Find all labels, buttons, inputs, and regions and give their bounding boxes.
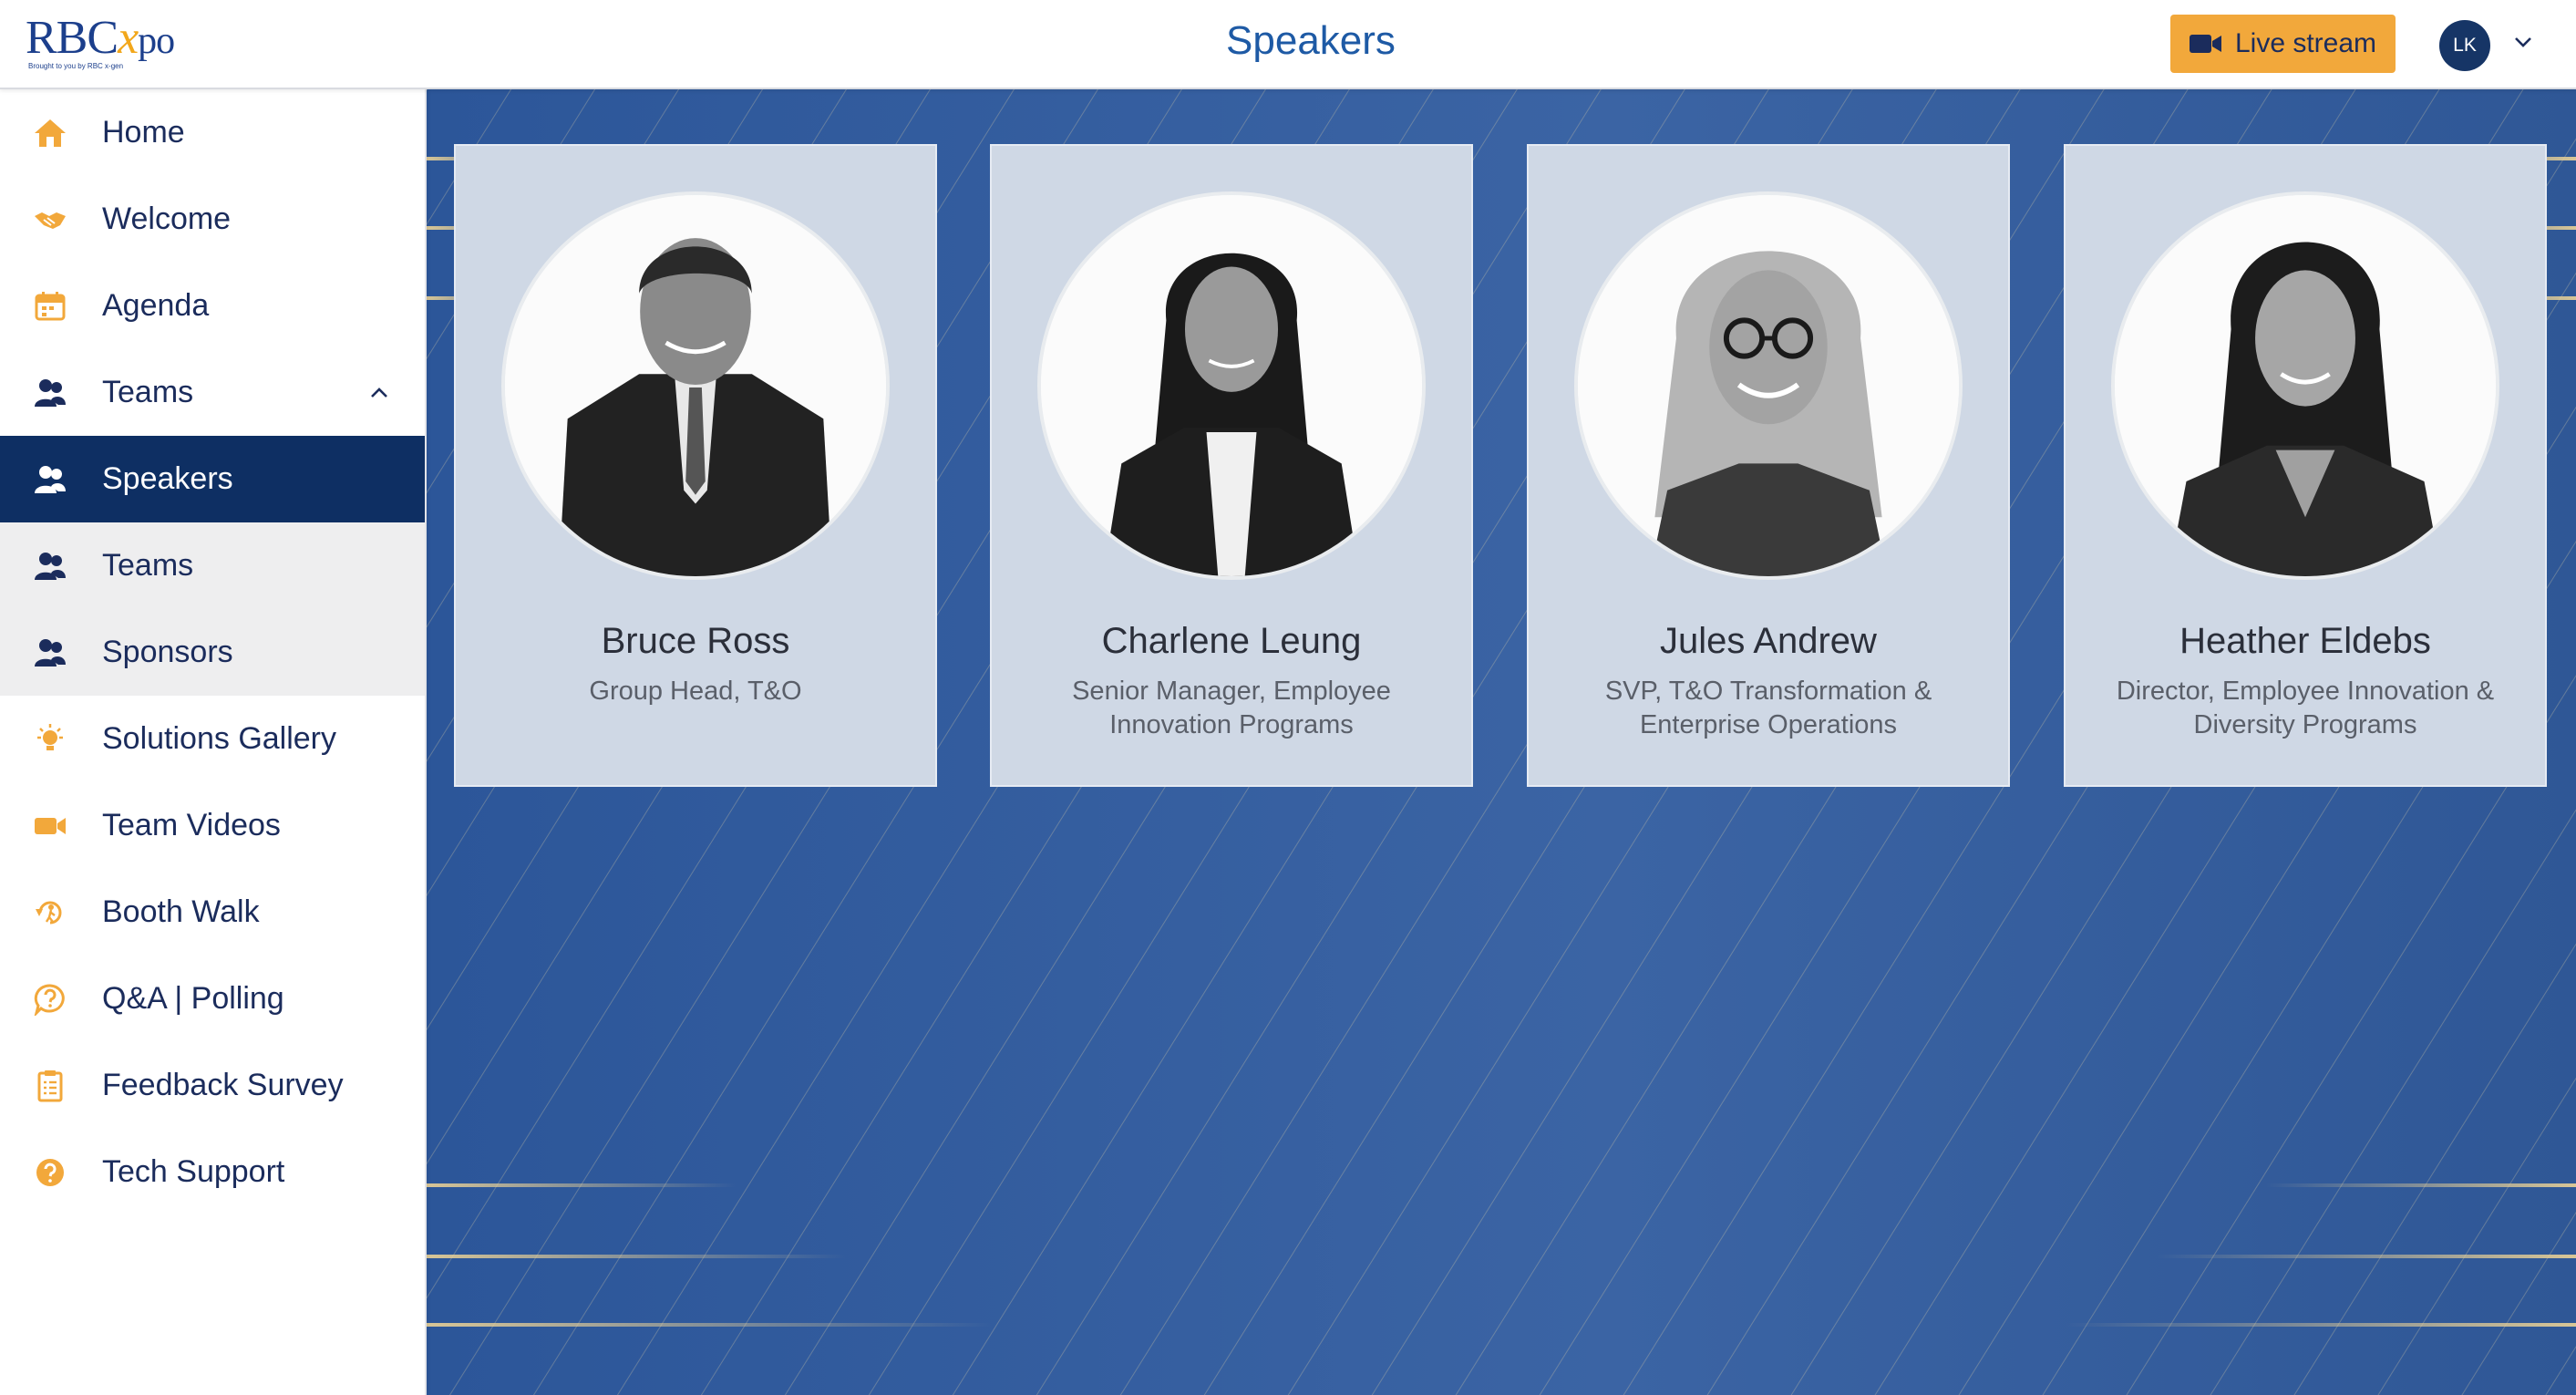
sidebar-item-speakers[interactable]: Speakers — [0, 436, 425, 522]
speaker-card-charlene-leung[interactable]: Charlene Leung Senior Manager, Employee … — [990, 144, 1473, 787]
speaker-name: Bruce Ross — [601, 621, 790, 661]
sidebar-item-label: Team Videos — [102, 808, 281, 842]
person-portrait-icon — [2115, 195, 2496, 576]
help-circle-icon — [36, 1159, 64, 1186]
home-icon — [35, 119, 66, 147]
speaker-card-jules-andrew[interactable]: Jules Andrew SVP, T&O Transformation & E… — [1527, 144, 2010, 787]
speaker-name: Heather Eldebs — [2179, 621, 2431, 661]
walk-icon — [36, 901, 62, 925]
sidebar-item-solutions-gallery[interactable]: Solutions Gallery — [0, 696, 425, 782]
speaker-role: Group Head, T&O — [589, 677, 802, 706]
speaker-role: SVP, T&O Transformation & Enterprise Ope… — [1604, 677, 1932, 739]
sidebar-item-tech-support[interactable]: Tech Support — [0, 1129, 425, 1215]
speaker-role: Director, Employee Innovation & Diversit… — [2116, 677, 2495, 739]
lightbulb-icon — [37, 724, 63, 750]
person-portrait-icon — [505, 195, 886, 576]
live-stream-button[interactable]: Live stream — [2170, 15, 2396, 73]
sidebar-item-qa-polling[interactable]: Q&A | Polling — [0, 956, 425, 1042]
chevron-down-icon[interactable] — [2512, 35, 2534, 49]
video-camera-icon — [35, 818, 66, 834]
sidebar-item-teams[interactable]: Teams — [0, 522, 425, 609]
sidebar-item-home[interactable]: Home — [0, 89, 425, 176]
sidebar-item-label: Feedback Survey — [102, 1068, 344, 1102]
sidebar-item-team-videos[interactable]: Team Videos — [0, 782, 425, 869]
sidebar-nav: Home Welcome Agenda Teams Speakers Teams… — [0, 89, 427, 1395]
person-portrait-icon — [1041, 195, 1422, 576]
user-avatar[interactable]: LK — [2439, 20, 2490, 71]
speaker-photo — [1574, 191, 1963, 580]
people-icon — [35, 553, 66, 580]
sidebar-item-label: Home — [102, 115, 185, 150]
sidebar-item-feedback-survey[interactable]: Feedback Survey — [0, 1042, 425, 1129]
live-stream-label: Live stream — [2234, 28, 2377, 58]
sidebar-item-label: Tech Support — [102, 1154, 285, 1189]
clipboard-icon — [37, 1070, 63, 1102]
question-bubble-icon — [34, 984, 65, 1016]
sidebar-item-sponsors[interactable]: Sponsors — [0, 609, 425, 696]
sidebar-item-label: Booth Walk — [102, 894, 260, 929]
speaker-card-heather-eldebs[interactable]: Heather Eldebs Director, Employee Innova… — [2064, 144, 2547, 787]
people-icon — [35, 379, 66, 407]
sidebar-item-agenda[interactable]: Agenda — [0, 263, 425, 349]
speaker-card-bruce-ross[interactable]: Bruce Ross Group Head, T&O — [454, 144, 937, 787]
sidebar-item-label: Speakers — [102, 461, 233, 496]
sidebar-item-welcome[interactable]: Welcome — [0, 176, 425, 263]
person-portrait-icon — [1578, 195, 1959, 576]
chevron-up-icon[interactable] — [368, 386, 390, 400]
speaker-name: Charlene Leung — [1101, 621, 1362, 661]
sidebar-item-label: Agenda — [102, 288, 210, 323]
video-camera-icon — [2189, 35, 2221, 53]
speaker-name: Jules Andrew — [1660, 621, 1877, 661]
speaker-photo — [1037, 191, 1426, 580]
sidebar-item-label: Solutions Gallery — [102, 721, 337, 756]
sidebar-item-label: Welcome — [102, 202, 232, 236]
speaker-role: Senior Manager, Employee Innovation Prog… — [1072, 677, 1391, 739]
sidebar-item-teams-group[interactable]: Teams — [0, 349, 425, 436]
sidebar-item-label: Sponsors — [102, 635, 233, 669]
people-icon — [35, 639, 66, 666]
people-icon — [35, 466, 66, 493]
handshake-icon — [35, 212, 66, 229]
speaker-photo — [2111, 191, 2499, 580]
calendar-icon — [35, 292, 66, 321]
sidebar-item-booth-walk[interactable]: Booth Walk — [0, 869, 425, 956]
sidebar-item-label: Teams — [102, 375, 194, 409]
sidebar-item-label: Q&A | Polling — [102, 981, 284, 1016]
speakers-content: Bruce Ross Group Head, T&O Charlene Leun… — [427, 89, 2576, 1395]
top-header: RBCxpo Brought to you by RBC x-gen Speak… — [0, 0, 2576, 89]
sidebar-item-label: Teams — [102, 548, 194, 583]
speaker-photo — [501, 191, 890, 580]
